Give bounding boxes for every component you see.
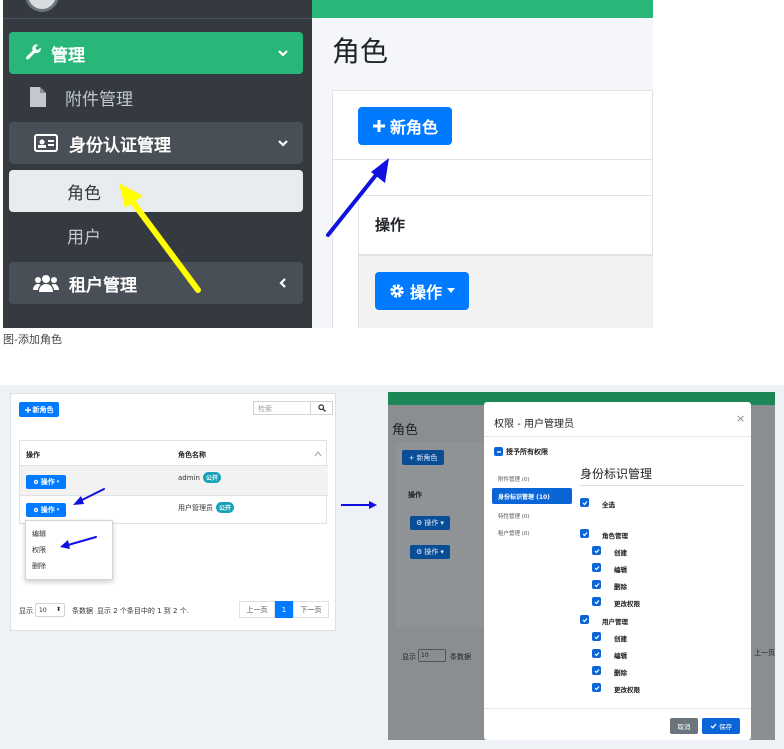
screenshot-add-role: 管理 附件管理 身份认证管理 角色 用户 租户管理 角色 新角色 操作 操作 bbox=[3, 0, 653, 328]
select-all-checkbox[interactable] bbox=[580, 498, 589, 507]
content-card: + 新角色 操作 ⚙ 操作 ▾ ⚙ 操作 ▾ bbox=[396, 442, 488, 627]
page-title: 角色 bbox=[392, 423, 419, 438]
check-icon bbox=[582, 617, 587, 622]
action-dropdown-button[interactable]: ⚙ 操作 ▾ bbox=[410, 545, 450, 559]
close-icon[interactable]: × bbox=[736, 412, 745, 425]
check-icon bbox=[710, 723, 717, 729]
nav-item-identity[interactable]: 身份标识管理 (10) bbox=[492, 488, 572, 504]
check-icon bbox=[594, 599, 599, 604]
check-icon bbox=[582, 531, 587, 536]
gear-icon: ⚙ bbox=[416, 519, 423, 527]
minus-icon bbox=[496, 450, 501, 453]
permission-checkbox[interactable] bbox=[592, 683, 601, 692]
footer-items-label: 条数据 bbox=[450, 653, 471, 661]
permission-group-label: 角色管理 bbox=[602, 532, 628, 540]
permission-label: 编辑 bbox=[614, 652, 627, 660]
caret-down-icon: ▾ bbox=[440, 548, 444, 556]
permission-label: 创建 bbox=[614, 549, 627, 557]
roles-page-with-modal: 角色 + 新角色 操作 ⚙ 操作 ▾ ⚙ 操作 ▾ 显示 10 条数据 上一页 bbox=[388, 392, 775, 740]
permission-group-label: 用户管理 bbox=[602, 618, 628, 626]
permission-label: 更改权限 bbox=[614, 600, 640, 608]
permission-checkbox[interactable] bbox=[592, 580, 601, 589]
check-icon bbox=[594, 565, 599, 570]
page-length-select[interactable]: 10 bbox=[418, 649, 446, 662]
new-role-button[interactable]: + 新角色 bbox=[402, 450, 444, 465]
nav-item-tenants[interactable]: 租户管理 (0) bbox=[498, 529, 530, 537]
permission-label: 删除 bbox=[614, 669, 627, 677]
permission-label: 创建 bbox=[614, 635, 627, 643]
page-length-value: 10 bbox=[421, 652, 429, 659]
caret-down-icon: ▾ bbox=[440, 519, 444, 527]
column-header-action: 操作 bbox=[408, 491, 422, 499]
check-icon bbox=[594, 548, 599, 553]
permission-checkbox[interactable] bbox=[592, 546, 601, 555]
permissions-modal: 权限 - 用户管理员 × 授予所有权限 附件管理 (0) 身份标识管理 (10)… bbox=[484, 402, 751, 740]
check-icon bbox=[594, 685, 599, 690]
permission-label: 删除 bbox=[614, 583, 627, 591]
permission-label: 更改权限 bbox=[614, 686, 640, 694]
save-button[interactable]: 保存 bbox=[702, 718, 740, 734]
section-title: 身份标识管理 bbox=[580, 467, 653, 481]
permission-label: 编辑 bbox=[614, 566, 627, 574]
permission-checkbox[interactable] bbox=[592, 597, 601, 606]
select-all-label: 全选 bbox=[602, 501, 615, 509]
grant-all-label: 授予所有权限 bbox=[506, 448, 548, 456]
check-icon bbox=[594, 651, 599, 656]
check-icon bbox=[594, 582, 599, 587]
nav-item-features[interactable]: 特性管理 (0) bbox=[498, 512, 530, 520]
permission-group-checkbox[interactable] bbox=[580, 529, 589, 538]
action-dropdown-button[interactable]: ⚙ 操作 ▾ bbox=[410, 516, 450, 530]
screenshot-permissions: 新角色 检索 操作 角色名称 操作 ▾ admin 公开 操作 ▾ 用户管理员 … bbox=[0, 385, 784, 749]
plus-icon: + bbox=[408, 453, 415, 462]
action-button-label: 操作 bbox=[424, 548, 439, 556]
gear-icon: ⚙ bbox=[416, 548, 423, 556]
permission-group-checkbox[interactable] bbox=[580, 615, 589, 624]
pagination-prev[interactable]: 上一页 bbox=[754, 648, 775, 658]
cancel-button[interactable]: 取消 bbox=[670, 718, 698, 734]
annotation-arrows bbox=[60, 488, 377, 549]
nav-item-attachments[interactable]: 附件管理 (0) bbox=[498, 475, 530, 483]
permission-checkbox[interactable] bbox=[592, 666, 601, 675]
check-icon bbox=[582, 500, 587, 505]
check-icon bbox=[594, 634, 599, 639]
grant-all-checkbox[interactable] bbox=[494, 447, 503, 456]
annotation-arrows bbox=[119, 158, 389, 293]
new-role-label: 新角色 bbox=[416, 453, 438, 462]
footer-show-label: 显示 bbox=[402, 653, 416, 661]
check-icon bbox=[594, 668, 599, 673]
permission-checkbox[interactable] bbox=[592, 563, 601, 572]
action-button-label: 操作 bbox=[424, 519, 439, 527]
save-label: 保存 bbox=[719, 723, 732, 731]
figure-caption: 图-添加角色 bbox=[3, 333, 62, 346]
permission-checkbox[interactable] bbox=[592, 632, 601, 641]
permission-checkbox[interactable] bbox=[592, 649, 601, 658]
modal-title: 权限 - 用户管理员 bbox=[494, 419, 574, 430]
